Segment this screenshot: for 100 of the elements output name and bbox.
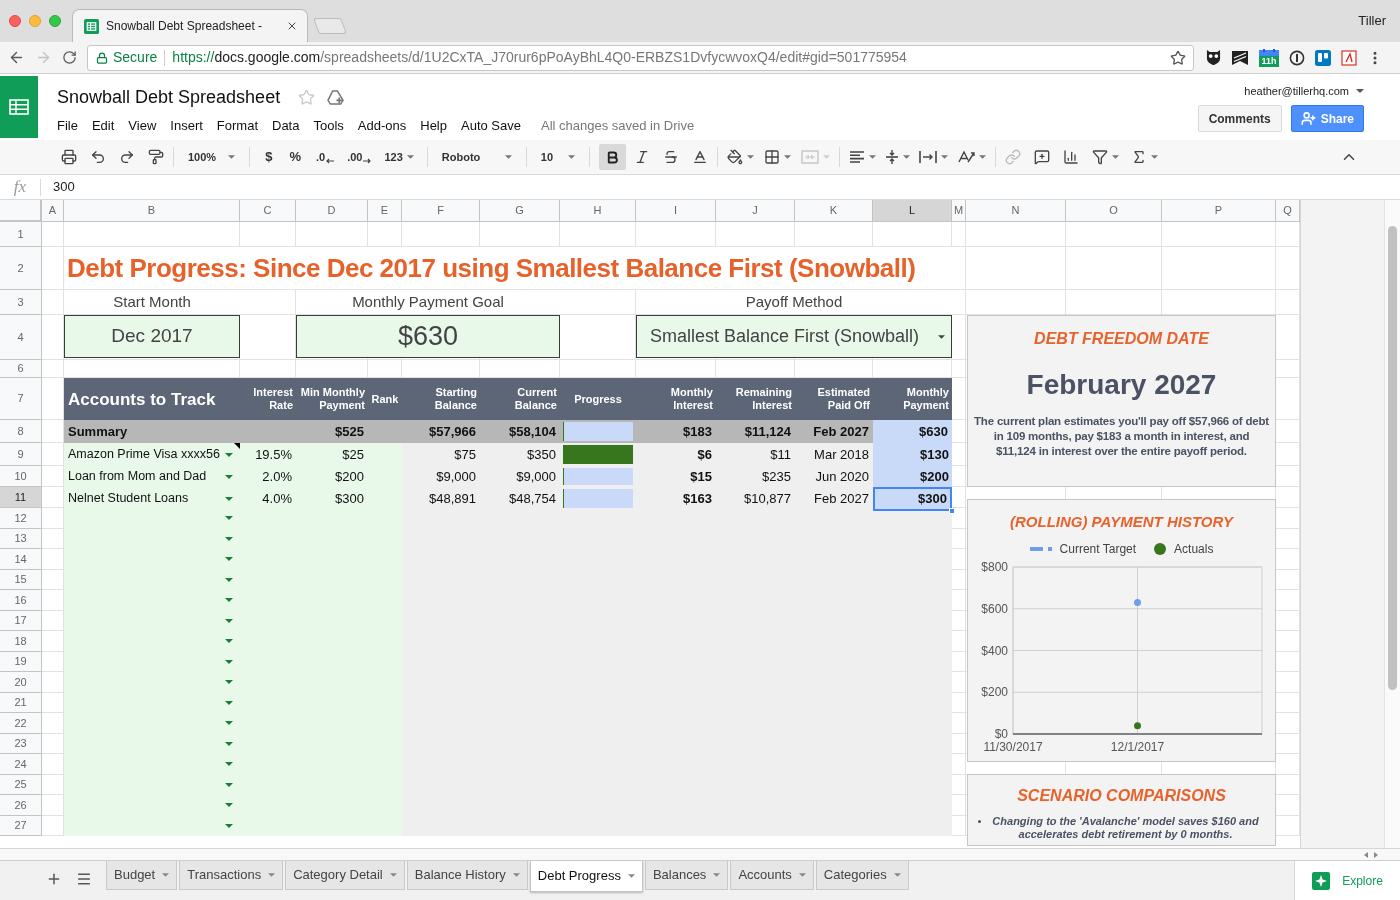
menu-item[interactable]: Data xyxy=(272,116,300,136)
zoom-dropdown[interactable]: 100% xyxy=(183,144,241,170)
row-number[interactable]: 10 xyxy=(0,466,42,487)
reload-icon[interactable] xyxy=(62,50,77,65)
spreadsheet-logo-icon[interactable] xyxy=(0,76,38,138)
row-number[interactable]: 17 xyxy=(0,610,42,631)
hexagon-plus-icon[interactable] xyxy=(327,89,345,105)
row-number[interactable]: 21 xyxy=(0,692,42,713)
account-dropdown[interactable]: Loan from Mom and Dad xyxy=(64,466,240,487)
row-number[interactable]: 19 xyxy=(0,651,42,672)
column-letter[interactable]: I xyxy=(636,200,716,222)
address-field[interactable]: Secure https://docs.google.com/spreadsheets/d/1U2CxTA_J70rur6pPoAyBhL4Q0-ERBZS1DvfycwvoxQ4/edit#gid=501775954 xyxy=(87,44,1194,71)
window-close-button[interactable] xyxy=(9,15,21,27)
row-number[interactable]: 16 xyxy=(0,590,42,611)
document-title[interactable]: Snowball Debt Spreadsheet xyxy=(57,83,281,111)
menu-item[interactable]: Insert xyxy=(170,116,203,136)
calendar-icon[interactable] xyxy=(1259,48,1279,56)
sheet-tab[interactable]: Balances xyxy=(644,861,729,890)
bold-button[interactable] xyxy=(598,144,626,170)
row-number[interactable]: 3 xyxy=(0,290,42,315)
row-number[interactable]: 13 xyxy=(0,528,42,549)
fill-handle[interactable] xyxy=(949,507,955,514)
scroll-left-icon[interactable] xyxy=(1364,851,1368,858)
menu-item[interactable]: View xyxy=(128,116,157,136)
row-number[interactable]: 22 xyxy=(0,713,42,734)
column-letter[interactable]: K xyxy=(795,200,873,222)
column-letter[interactable]: P xyxy=(1162,200,1276,222)
undo-icon[interactable] xyxy=(90,149,106,165)
row-number[interactable]: 15 xyxy=(0,569,42,590)
column-letter[interactable]: D xyxy=(296,200,368,222)
sheet-tab[interactable]: Accounts xyxy=(730,861,814,890)
row-number[interactable]: 23 xyxy=(0,733,42,754)
share-button[interactable]: Share xyxy=(1290,105,1364,132)
row-number[interactable]: 4 xyxy=(0,315,42,360)
column-letter[interactable]: B xyxy=(64,200,240,222)
text-color-icon[interactable] xyxy=(691,149,708,165)
row-number[interactable]: 26 xyxy=(0,795,42,816)
sheet-tab[interactable]: Category Detail xyxy=(285,861,405,890)
increase-decimals-button[interactable]: .00 xyxy=(343,144,376,170)
vertical-scrollbar[interactable] xyxy=(1384,200,1400,848)
menu-item[interactable]: Auto Save xyxy=(461,116,521,136)
browser-tab[interactable]: Snowball Debt Spreadsheet - xyxy=(72,9,308,42)
column-letter[interactable]: N xyxy=(966,200,1066,222)
table-cell[interactable]: $130 xyxy=(873,443,952,466)
back-icon[interactable] xyxy=(8,49,25,66)
column-letter[interactable]: G xyxy=(480,200,560,222)
column-letter[interactable]: E xyxy=(368,200,402,222)
row-number[interactable]: 18 xyxy=(0,631,42,652)
calendar-badge[interactable]: 11h xyxy=(1259,55,1279,67)
table-cell[interactable]: $300 xyxy=(873,487,952,511)
circle-bar-icon[interactable] xyxy=(1289,49,1305,66)
comments-button[interactable]: Comments xyxy=(1197,105,1282,132)
row-number[interactable]: 8 xyxy=(0,420,42,443)
column-letter[interactable]: C xyxy=(240,200,296,222)
amount-input-cell[interactable]: $630 xyxy=(296,315,560,358)
row-number[interactable]: 20 xyxy=(0,672,42,693)
close-icon[interactable] xyxy=(286,20,298,32)
striped-flag-icon[interactable] xyxy=(1231,49,1249,66)
star-icon[interactable] xyxy=(298,88,316,106)
font-dropdown[interactable]: Roboto xyxy=(436,144,517,170)
sheet-tab[interactable]: Budget xyxy=(106,861,178,890)
column-letter[interactable]: Q xyxy=(1276,200,1300,222)
payoff-method-dropdown[interactable]: Smallest Balance First (Snowball) xyxy=(636,315,952,358)
explore-button[interactable]: Explore xyxy=(1294,861,1400,900)
row-number[interactable]: 12 xyxy=(0,508,42,529)
menu-item[interactable]: Tools xyxy=(313,116,344,136)
row-number[interactable]: 24 xyxy=(0,754,42,775)
account-dropdown[interactable]: Amazon Prime Visa xxxx56 xyxy=(64,443,240,466)
column-letter[interactable]: A xyxy=(42,200,64,222)
column-letter[interactable]: L xyxy=(873,200,952,222)
print-icon[interactable] xyxy=(61,149,77,165)
add-icon[interactable] xyxy=(46,871,62,887)
column-letter[interactable]: F xyxy=(402,200,480,222)
redo-icon[interactable] xyxy=(119,149,135,165)
sheet-tab[interactable]: Debt Progress xyxy=(529,861,643,892)
row-number[interactable]: 27 xyxy=(0,815,42,836)
account-dropdown[interactable]: Nelnet Student Loans xyxy=(64,487,240,511)
board-icon[interactable] xyxy=(1315,49,1331,66)
currency-button[interactable]: $ xyxy=(259,144,279,170)
column-letter[interactable]: H xyxy=(560,200,636,222)
menu-item[interactable]: Help xyxy=(420,116,447,136)
menu-item[interactable]: Edit xyxy=(91,116,115,136)
chart-icon[interactable] xyxy=(1062,149,1079,165)
decrease-decimals-button[interactable]: .0 xyxy=(311,144,339,170)
date-input-cell[interactable]: Dec 2017 xyxy=(64,315,240,358)
sheet-tab[interactable]: Balance History xyxy=(406,861,528,890)
row-number[interactable]: 14 xyxy=(0,549,42,570)
scroll-right-icon[interactable] xyxy=(1374,851,1378,858)
save-status[interactable]: All changes saved in Drive xyxy=(541,116,695,136)
menu-item[interactable]: File xyxy=(57,116,78,136)
menu-item[interactable]: Add-ons xyxy=(357,116,407,136)
menu-item[interactable]: Format xyxy=(216,116,258,136)
font-size-dropdown[interactable]: 10 xyxy=(535,144,580,170)
comment-add-icon[interactable] xyxy=(1033,149,1050,165)
number-format-dropdown[interactable]: 123 xyxy=(380,144,418,170)
row-number[interactable]: 7 xyxy=(0,378,42,420)
formula-input[interactable]: 300 xyxy=(41,175,1400,199)
row-number[interactable]: 6 xyxy=(0,360,42,378)
table-cell[interactable]: $200 xyxy=(873,466,952,487)
strikethrough-icon[interactable] xyxy=(662,149,679,165)
